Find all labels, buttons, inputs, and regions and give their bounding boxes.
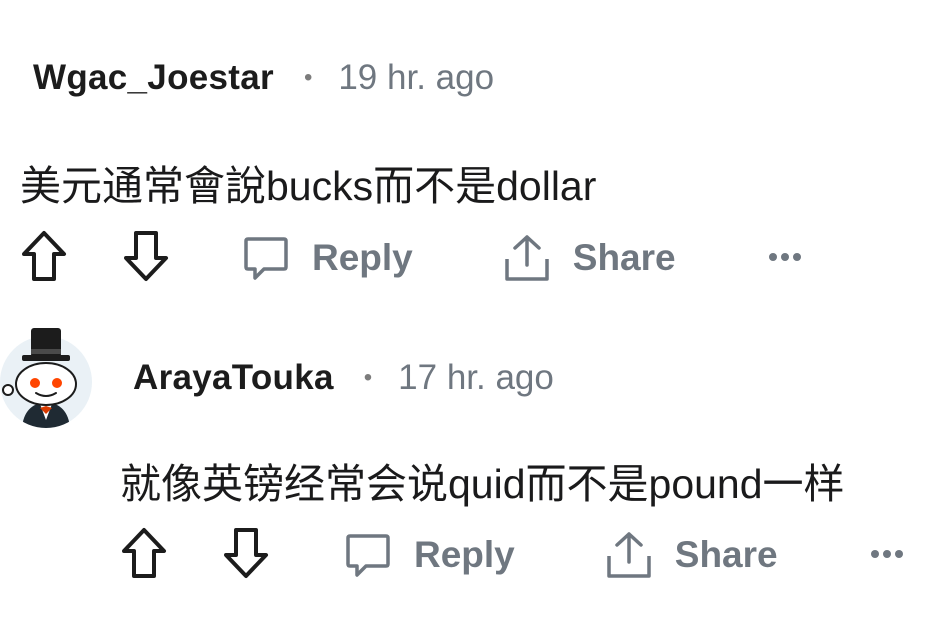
reply-label: Reply (312, 237, 413, 278)
comment-author[interactable]: ArayaTouka (133, 358, 334, 398)
reply-button[interactable]: Reply (242, 234, 413, 282)
share-label: Share (572, 237, 676, 278)
more-options-icon[interactable] (768, 249, 802, 267)
avatar[interactable] (0, 324, 92, 428)
reddit-snoo-avatar-icon (0, 328, 92, 428)
share-icon (607, 532, 651, 578)
comment-bubble-icon (244, 237, 288, 280)
upvote-icon[interactable] (120, 526, 168, 585)
share-button[interactable]: Share (503, 233, 676, 283)
meta-separator: • (363, 364, 373, 391)
more-options-icon[interactable] (870, 546, 904, 564)
comment-meta: ArayaTouka • 17 hr. ago (133, 358, 554, 398)
reply-button[interactable]: Reply (344, 531, 515, 579)
comment-timestamp[interactable]: 17 hr. ago (398, 358, 554, 398)
reply-label: Reply (414, 534, 515, 575)
comment-timestamp[interactable]: 19 hr. ago (338, 58, 494, 98)
comment-body: 美元通常會說bucks而不是dollar (20, 163, 597, 209)
comment-actions: Reply Share (120, 525, 904, 585)
downvote-icon[interactable] (122, 229, 170, 288)
share-button[interactable]: Share (605, 530, 778, 580)
comment-meta: Wgac_Joestar • 19 hr. ago (33, 58, 494, 98)
downvote-icon[interactable] (222, 526, 270, 585)
comment-bubble-icon (346, 534, 390, 577)
share-label: Share (674, 534, 778, 575)
meta-separator: • (303, 64, 313, 91)
comment-author[interactable]: Wgac_Joestar (33, 58, 274, 98)
share-icon (505, 235, 549, 281)
comment-body: 就像英镑经常会说quid而不是pound一样 (120, 461, 845, 507)
upvote-icon[interactable] (20, 229, 68, 288)
comment-actions: Reply Share (20, 228, 802, 288)
